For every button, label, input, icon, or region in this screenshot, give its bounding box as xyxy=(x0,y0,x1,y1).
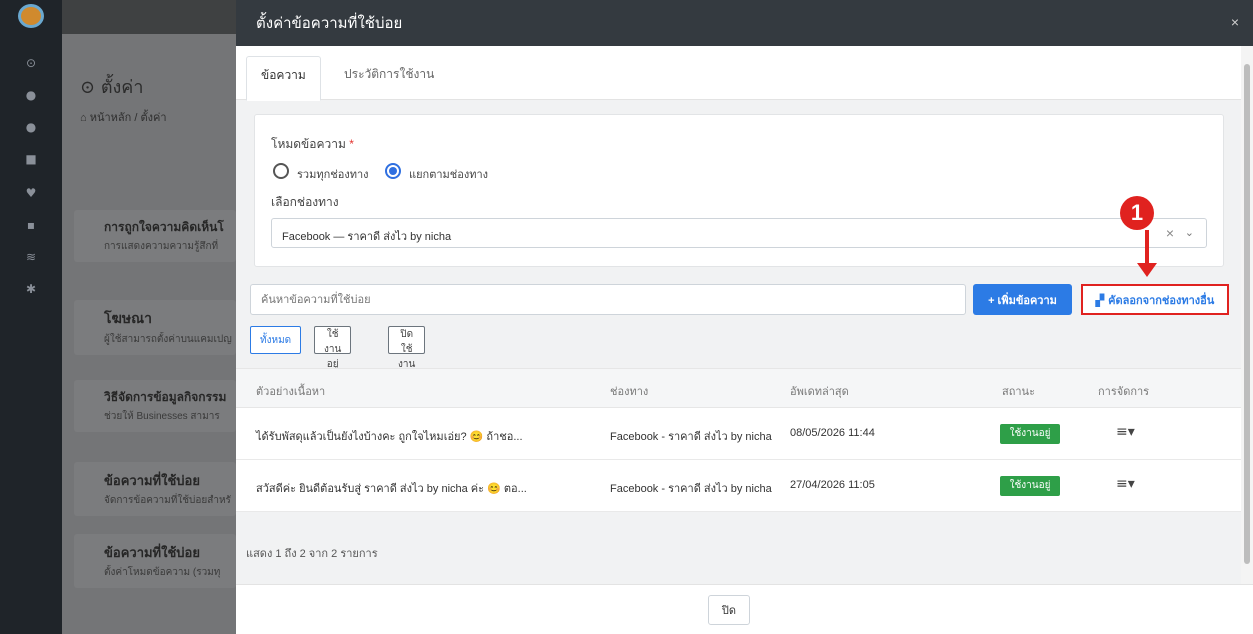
radio-split-channels[interactable] xyxy=(385,163,401,179)
row-updated: 27/04/2026 11:05 xyxy=(790,479,875,491)
row-channel: Facebook - ราคาดี ส่งไว by nicha xyxy=(610,431,772,443)
table-row[interactable]: ได้รับพัสดุแล้วเป็นยังไงบ้างคะ ถูกใจไหมเ… xyxy=(236,408,1241,460)
column-header-status: สถานะ xyxy=(1002,386,1035,398)
background-card: การถูกใจความคิดเห็นโ การแสดงความความรู้ส… xyxy=(74,210,236,262)
search-input[interactable] xyxy=(251,285,965,314)
status-badge: ใช้งานอยู่ xyxy=(1000,476,1060,496)
row-content: สวัสดีค่ะ ยินดีต้อนรับสู่ ราคาดี ส่งไว b… xyxy=(256,483,527,495)
row-updated: 08/05/2026 11:44 xyxy=(790,427,875,439)
channel-select-value: Facebook — ราคาดี ส่งไว by nicha xyxy=(282,231,452,243)
back-circle-icon[interactable]: ⊙ xyxy=(24,56,38,70)
bag-icon[interactable]: ■ xyxy=(24,152,38,166)
tab-usage-history[interactable]: ประวัติการใช้งาน xyxy=(330,56,448,92)
mode-label: โหมดข้อความ * xyxy=(271,137,354,151)
radio-split-label: แยกตามช่องทาง xyxy=(409,169,489,181)
pagination-summary: แสดง 1 ถึง 2 จาก 2 รายการ xyxy=(246,548,378,560)
modal-title: ตั้งค่าข้อความที่ใช้บ่อย xyxy=(256,14,403,32)
copy-button-label: คัดลอกจากช่องทางอื่น xyxy=(1108,294,1215,307)
radio-all-label: รวมทุกช่องทาง xyxy=(297,169,369,181)
modal-body: ข้อความ ประวัติการใช้งาน โหมดข้อความ * ร… xyxy=(236,46,1241,584)
copy-from-other-channel-button[interactable]: ▞ คัดลอกจากช่องทางอื่น xyxy=(1081,284,1229,315)
background-page-title: ⊙ ตั้งค่า xyxy=(80,77,144,98)
users-icon[interactable]: ▪ xyxy=(24,218,38,232)
background-card: ข้อความที่ใช้บ่อย จัดการข้อความที่ใช้บ่อ… xyxy=(74,462,236,516)
close-icon[interactable]: × xyxy=(1231,14,1239,30)
column-header-content: ตัวอย่างเนื้อหา xyxy=(256,386,326,398)
chevron-down-icon[interactable]: ⌄ xyxy=(1185,226,1194,239)
background-card: โฆษณา ผู้ใช้สามารถตั้งค่าบนแคมเปญ xyxy=(74,300,236,355)
radio-all-channels[interactable] xyxy=(273,163,289,179)
modal-scrollbar[interactable] xyxy=(1241,46,1253,584)
chat-icon[interactable]: ● xyxy=(24,88,38,102)
annotation-step-number: 1 xyxy=(1120,196,1154,230)
scrollbar-thumb[interactable] xyxy=(1244,64,1250,564)
quick-reply-settings-modal: ตั้งค่าข้อความที่ใช้บ่อย × ข้อความ ประวั… xyxy=(236,0,1253,634)
message-icon[interactable]: ● xyxy=(24,120,38,134)
row-menu-icon[interactable]: ≡▾ xyxy=(1116,476,1135,492)
column-header-updated: อัพเดทล่าสุด xyxy=(790,386,849,398)
copy-icon: ▞ xyxy=(1095,294,1105,307)
app-logo-icon xyxy=(18,4,44,28)
quick-reply-table: ตัวอย่างเนื้อหา ช่องทาง อัพเดทล่าสุด สถา… xyxy=(236,368,1241,512)
channel-label: เลือกช่องทาง xyxy=(271,195,339,209)
clear-icon[interactable]: × xyxy=(1166,225,1174,241)
column-header-channel: ช่องทาง xyxy=(610,386,649,398)
tab-messages[interactable]: ข้อความ xyxy=(246,56,321,101)
row-menu-icon[interactable]: ≡▾ xyxy=(1116,424,1135,440)
background-card: วิธีจัดการข้อมูลกิจกรรม ช่วยให้ Business… xyxy=(74,380,236,432)
column-header-actions: การจัดการ xyxy=(1098,386,1150,398)
annotation-arrow-head xyxy=(1137,263,1157,277)
settings-gear-icon[interactable]: ✱ xyxy=(24,282,38,296)
heart-icon[interactable]: ♥ xyxy=(24,186,38,200)
table-header: ตัวอย่างเนื้อหา ช่องทาง อัพเดทล่าสุด สถา… xyxy=(236,368,1241,408)
status-badge: ใช้งานอยู่ xyxy=(1000,424,1060,444)
stats-icon[interactable]: ≋ xyxy=(24,250,38,264)
modal-header: ตั้งค่าข้อความที่ใช้บ่อย × xyxy=(236,0,1253,46)
channel-select[interactable]: Facebook — ราคาดี ส่งไว by nicha × ⌄ xyxy=(271,218,1207,248)
close-button[interactable]: ปิด xyxy=(708,595,750,625)
filter-active-button[interactable]: ใช้งานอยู่ xyxy=(314,326,352,370)
filter-disabled-button[interactable]: ปิดใช้งาน xyxy=(388,326,426,370)
icon-rail: ⊙ ● ● ■ ♥ ▪ ≋ ✱ xyxy=(0,0,62,634)
background-settings-panel: ⊙ ตั้งค่า ⌂ หน้าหลัก / ตั้งค่า การถูกใจค… xyxy=(62,34,236,634)
row-channel: Facebook - ราคาดี ส่งไว by nicha xyxy=(610,483,772,495)
mode-panel: โหมดข้อความ * รวมทุกช่องทาง แยกตามช่องทา… xyxy=(254,114,1224,267)
filter-all-button[interactable]: ทั้งหมด xyxy=(250,326,302,354)
add-message-button[interactable]: + เพิ่มข้อความ xyxy=(973,284,1072,315)
modal-footer: ปิด xyxy=(236,584,1253,634)
search-box xyxy=(250,284,966,315)
background-breadcrumb: ⌂ หน้าหลัก / ตั้งค่า xyxy=(80,112,167,124)
tab-bar: ข้อความ ประวัติการใช้งาน xyxy=(236,46,1241,101)
row-content: ได้รับพัสดุแล้วเป็นยังไงบ้างคะ ถูกใจไหมเ… xyxy=(256,431,523,443)
background-card: ข้อความที่ใช้บ่อย ตั้งค่าโหมดข้อความ (รว… xyxy=(74,534,236,588)
table-row[interactable]: สวัสดีค่ะ ยินดีต้อนรับสู่ ราคาดี ส่งไว b… xyxy=(236,460,1241,512)
